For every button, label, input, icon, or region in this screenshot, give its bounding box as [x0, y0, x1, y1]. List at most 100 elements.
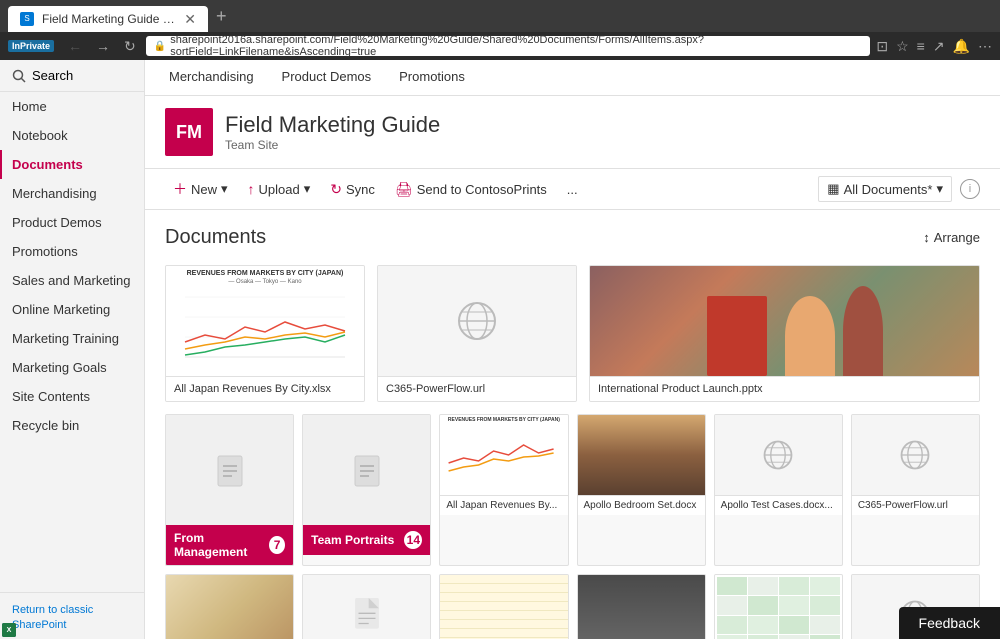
- tile-apollo-test[interactable]: W Apollo Test Cases.docx...: [714, 414, 843, 566]
- search-icon: [12, 69, 26, 83]
- address-text: sharepoint2016a.sharepoint.com/Field%20M…: [170, 34, 862, 58]
- site-nav: Merchandising Product Demos Promotions: [145, 60, 1000, 96]
- view-label: All Documents*: [844, 182, 933, 197]
- tile-cr007-thumb: P: [578, 575, 705, 639]
- app-container: Search Home Notebook Documents Merchandi…: [0, 60, 1000, 639]
- search-label: Search: [32, 68, 73, 83]
- more-button[interactable]: ...: [559, 178, 586, 201]
- tile-contract-proposals[interactable]: W Contract Proposals.do...: [439, 574, 568, 639]
- upload-icon: ↑: [248, 181, 255, 197]
- sidebar: Search Home Notebook Documents Merchandi…: [0, 60, 145, 639]
- arrange-label: Arrange: [934, 230, 980, 245]
- tile-contoso-purchasing[interactable]: Contoso Purchasing Pro...: [302, 574, 431, 639]
- tile-c365-2[interactable]: C365-PowerFlow.url: [851, 414, 980, 566]
- refresh-button[interactable]: ↻: [120, 36, 140, 57]
- classic-sharepoint-link[interactable]: Return to classic SharePoint: [12, 604, 93, 631]
- plus-icon: ＋: [173, 179, 187, 199]
- site-logo-area: FM Field Marketing Guide Team Site: [145, 96, 1000, 168]
- sidebar-item-marketing-training[interactable]: Marketing Training: [0, 324, 144, 353]
- forward-button[interactable]: →: [92, 36, 114, 56]
- sidebar-item-promotions[interactable]: Promotions: [0, 237, 144, 266]
- tile-japan-revenues-2[interactable]: REVENUES FROM MARKETS BY CITY (JAPAN) X …: [439, 414, 568, 566]
- tile-apollo-test-thumb: W: [715, 415, 842, 495]
- new-label: New: [191, 182, 217, 197]
- reader-icon[interactable]: ⊡: [876, 38, 888, 55]
- folder-from-management[interactable]: From Management 7: [165, 414, 294, 566]
- site-name: Field Marketing Guide: [225, 112, 440, 138]
- sidebar-item-sales-marketing[interactable]: Sales and Marketing: [0, 266, 144, 295]
- sidebar-item-product-demos[interactable]: Product Demos: [0, 208, 144, 237]
- new-chevron-icon: ▾: [221, 181, 228, 197]
- site-header: Merchandising Product Demos Promotions F…: [145, 60, 1000, 210]
- share-icon[interactable]: ↗: [933, 38, 945, 55]
- tile-apollo-bedroom-label: Apollo Bedroom Set.docx: [578, 495, 705, 515]
- site-logo: FM: [165, 108, 213, 156]
- upload-button[interactable]: ↑ Upload ▾: [240, 177, 319, 201]
- row-1: REVENUES FROM MARKETS BY CITY (JAPAN) — …: [165, 265, 980, 402]
- tile-intl-product[interactable]: International Product Launch.pptx: [589, 265, 980, 402]
- sidebar-nav: Home Notebook Documents Merchandising Pr…: [0, 92, 144, 592]
- upload-label: Upload: [259, 182, 300, 197]
- tile-apollo-bedroom[interactable]: Apollo Bedroom Set.docx: [577, 414, 706, 566]
- back-button[interactable]: ←: [64, 36, 86, 56]
- folder-team-portraits[interactable]: Team Portraits 14: [302, 414, 431, 566]
- browser-tab[interactable]: S Field Marketing Guide - ... ✕: [8, 6, 208, 32]
- sidebar-item-notebook[interactable]: Notebook: [0, 121, 144, 150]
- sidebar-item-documents[interactable]: Documents: [0, 150, 144, 179]
- tile-japan-revenues-label: All Japan Revenues By City.xlsx: [166, 376, 364, 401]
- address-bar[interactable]: 🔒 sharepoint2016a.sharepoint.com/Field%2…: [146, 36, 871, 56]
- sidebar-item-recycle-bin[interactable]: Recycle bin: [0, 411, 144, 440]
- inprivate-badge: InPrivate: [8, 40, 54, 52]
- sidebar-item-merchandising[interactable]: Merchandising: [0, 179, 144, 208]
- info-button[interactable]: i: [960, 179, 980, 199]
- folder-from-management-label-bar: From Management 7: [166, 525, 293, 565]
- sidebar-footer: Return to classic SharePoint: [0, 592, 144, 639]
- sidebar-item-marketing-goals[interactable]: Marketing Goals: [0, 353, 144, 382]
- more-icon[interactable]: ⋯: [978, 38, 992, 55]
- tile-c365-powerflow[interactable]: C365-PowerFlow.url: [377, 265, 577, 402]
- tile-c365-thumb: [378, 266, 576, 376]
- main-content: Merchandising Product Demos Promotions F…: [145, 60, 1000, 639]
- sync-button[interactable]: ↻ Sync: [322, 177, 383, 202]
- tile-employee-health[interactable]: X Employee Health Asse...: [714, 574, 843, 639]
- tile-contoso-product-thumb: PDF: [166, 575, 293, 639]
- globe-icon-4: [897, 437, 933, 473]
- send-button[interactable]: 🖨 Send to ContosoPrints: [387, 177, 555, 202]
- close-tab-icon[interactable]: ✕: [184, 11, 196, 28]
- favicon: S: [20, 12, 34, 26]
- site-nav-product-demos[interactable]: Product Demos: [278, 60, 376, 95]
- search-item[interactable]: Search: [0, 60, 144, 92]
- doc-file-icon: [210, 450, 250, 490]
- folder-team-portraits-label-bar: Team Portraits 14: [303, 525, 430, 555]
- notifications-icon[interactable]: 🔔: [953, 38, 970, 55]
- sidebar-item-online-marketing[interactable]: Online Marketing: [0, 295, 144, 324]
- tile-c365-2-label: C365-PowerFlow.url: [852, 495, 979, 515]
- tile-c365-2-thumb: [852, 415, 979, 495]
- tile-apollo-test-label: Apollo Test Cases.docx...: [715, 495, 842, 515]
- sync-label: Sync: [346, 182, 375, 197]
- tile-contoso-product[interactable]: PDF Contoso Product Laun...: [165, 574, 294, 639]
- tab-bar: S Field Marketing Guide - ... ✕ +: [0, 0, 1000, 32]
- sidebar-item-home[interactable]: Home: [0, 92, 144, 121]
- tab-title: Field Marketing Guide - ...: [42, 12, 176, 26]
- send-icon: 🖨: [395, 181, 413, 198]
- tile-japan-revenues[interactable]: REVENUES FROM MARKETS BY CITY (JAPAN) — …: [165, 265, 365, 402]
- favorites-icon[interactable]: ☆: [896, 38, 909, 55]
- new-tab-button[interactable]: +: [208, 0, 235, 32]
- view-selector[interactable]: ▦ All Documents* ▾: [818, 176, 952, 202]
- tile-japan-revenues-2-thumb: REVENUES FROM MARKETS BY CITY (JAPAN) X: [440, 415, 567, 495]
- arrange-button[interactable]: ↕ Arrange: [923, 230, 980, 245]
- doc-file-icon-2: [347, 450, 387, 490]
- new-button[interactable]: ＋ New ▾: [165, 175, 236, 203]
- sidebar-item-site-contents[interactable]: Site Contents: [0, 382, 144, 411]
- tile-intl-product-thumb: [590, 266, 979, 376]
- feedback-button[interactable]: Feedback: [899, 607, 1000, 639]
- doc-icon-2: [350, 596, 384, 634]
- tile-cr007[interactable]: P CR-007 Product Overvie...: [577, 574, 706, 639]
- row-3: PDF Contoso Product Laun...: [165, 574, 980, 639]
- site-nav-merchandising[interactable]: Merchandising: [165, 60, 258, 95]
- folder-from-management-thumb: [166, 415, 293, 525]
- site-nav-promotions[interactable]: Promotions: [395, 60, 469, 95]
- documents-header: Documents ↕ Arrange: [165, 226, 980, 249]
- hub-icon[interactable]: ≡: [917, 38, 925, 55]
